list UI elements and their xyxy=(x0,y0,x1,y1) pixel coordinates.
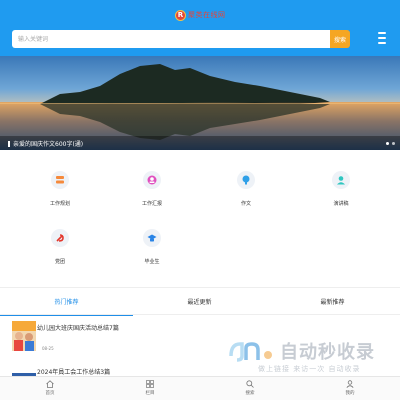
tab-hot[interactable]: 热门推荐 xyxy=(0,288,133,316)
banner-caption-bar: 亲爱的国庆作文600字(通) xyxy=(0,136,400,150)
search-icon xyxy=(246,380,254,388)
category-grid: 工作规划 工作汇报 作文 演讲稿 党团 毕业生 xyxy=(0,160,400,280)
article-title[interactable]: 幼儿园大班庆国庆活动总结7篇 xyxy=(37,323,119,332)
banner-caption[interactable]: 亲爱的国庆作文600字(通) xyxy=(8,139,83,148)
nav-category[interactable]: 栏目 xyxy=(100,377,200,400)
category-label: 工作汇报 xyxy=(141,201,162,207)
party-icon xyxy=(51,229,69,247)
category-label: 作文 xyxy=(240,201,251,207)
work-plan-icon xyxy=(51,171,69,189)
search-bar: 搜索 xyxy=(12,30,350,48)
carousel-dot[interactable] xyxy=(386,142,389,145)
category-speech[interactable]: 演讲稿 xyxy=(311,160,371,210)
essay-icon xyxy=(237,171,255,189)
article-title[interactable]: 2024年員工会工作总结3篇 xyxy=(37,367,110,376)
work-report-icon xyxy=(143,171,161,189)
hamburger-menu-icon[interactable] xyxy=(378,32,388,44)
menu-line xyxy=(378,32,386,34)
tab-recent[interactable]: 最近更新 xyxy=(133,288,266,315)
bottom-nav: 首页 栏目 搜索 我的 xyxy=(0,376,400,400)
article-tabs: 热门推荐 最近更新 最新推荐 xyxy=(0,287,400,316)
article-thumbnail[interactable] xyxy=(12,368,36,376)
nav-label: 搜索 xyxy=(245,391,255,396)
tab-latest[interactable]: 最新推荐 xyxy=(266,288,399,315)
article-date: 08-25 xyxy=(42,346,54,351)
category-party[interactable]: 党团 xyxy=(30,218,90,268)
app-root: R 聚类在线网 搜索 xyxy=(0,0,400,400)
header: R 聚类在线网 搜索 xyxy=(0,0,400,56)
category-graduate[interactable]: 毕业生 xyxy=(122,218,182,268)
search-input[interactable] xyxy=(12,30,330,48)
nav-label: 首页 xyxy=(45,391,55,396)
watermark-logo xyxy=(229,342,272,362)
carousel-dots xyxy=(386,142,395,145)
article-thumbnail[interactable] xyxy=(12,321,36,351)
category-grid-icon xyxy=(146,380,154,388)
search-button[interactable]: 搜索 xyxy=(330,30,350,48)
category-label: 演讲稿 xyxy=(333,201,349,207)
category-essay[interactable]: 作文 xyxy=(216,160,276,210)
user-icon xyxy=(346,380,354,388)
category-label: 毕业生 xyxy=(144,259,160,265)
logo-text: 聚类在线网 xyxy=(188,11,226,19)
nav-profile[interactable]: 我的 xyxy=(300,377,400,400)
nav-search[interactable]: 搜索 xyxy=(200,377,300,400)
nav-label: 栏目 xyxy=(145,391,155,396)
carousel-dot[interactable] xyxy=(392,142,395,145)
menu-line xyxy=(378,37,386,39)
watermark-title: 自动秒收录 xyxy=(280,342,375,363)
nav-home[interactable]: 首页 xyxy=(0,377,100,400)
speech-icon xyxy=(332,171,350,189)
menu-line xyxy=(378,42,386,44)
category-work-report[interactable]: 工作汇报 xyxy=(122,160,182,210)
site-logo[interactable]: R 聚类在线网 xyxy=(175,9,226,21)
watermark: 自动秒收录 做上链接 来访一次 自动收录 xyxy=(228,338,388,378)
home-icon xyxy=(46,380,54,388)
nav-label: 我的 xyxy=(345,391,355,396)
category-work-plan[interactable]: 工作规划 xyxy=(30,160,90,210)
category-label: 党团 xyxy=(54,259,65,265)
watermark-subtitle: 做上链接 来访一次 自动收录 xyxy=(258,365,361,373)
category-label: 工作规划 xyxy=(49,201,70,207)
graduate-cap-icon xyxy=(143,229,161,247)
logo-mark-icon: R xyxy=(175,9,186,21)
